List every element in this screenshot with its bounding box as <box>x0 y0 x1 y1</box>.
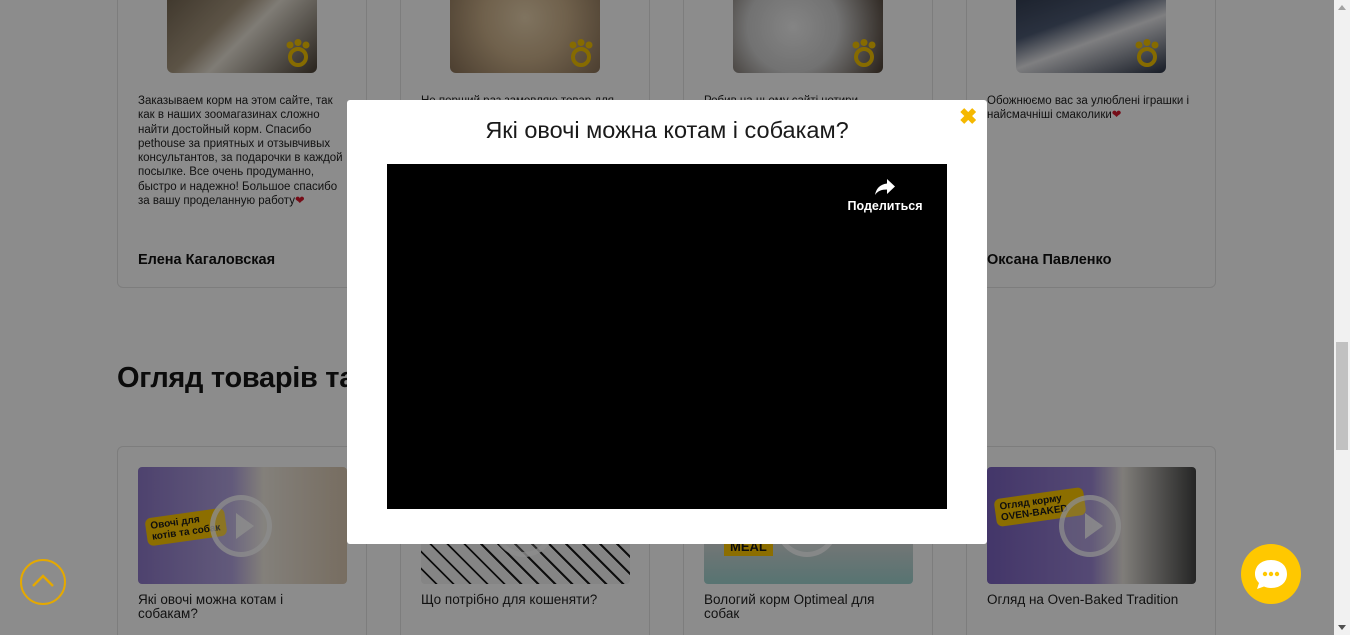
share-button[interactable]: Поделиться <box>845 178 925 213</box>
chat-button[interactable] <box>1241 544 1301 604</box>
scrollbar-thumb[interactable] <box>1336 342 1348 450</box>
share-label: Поделиться <box>847 199 923 213</box>
video-player[interactable]: Поделиться <box>387 164 947 509</box>
page-background: Заказываем корм на этом сайте, так как в… <box>0 0 1334 635</box>
chat-bubble-icon <box>1255 560 1287 589</box>
scroll-to-top-button[interactable] <box>20 559 66 605</box>
share-arrow-icon <box>875 179 895 195</box>
close-icon[interactable]: ✖ <box>959 106 977 128</box>
modal-title: Які овочі можна котам і собакам? <box>485 117 849 143</box>
chevron-up-icon <box>32 574 54 587</box>
vertical-scrollbar[interactable] <box>1334 0 1350 635</box>
scroll-up-arrow-icon[interactable] <box>1338 5 1346 10</box>
video-modal: Які овочі можна котам і собакам? ✖ Подел… <box>347 100 987 544</box>
scroll-down-arrow-icon[interactable] <box>1338 625 1346 630</box>
